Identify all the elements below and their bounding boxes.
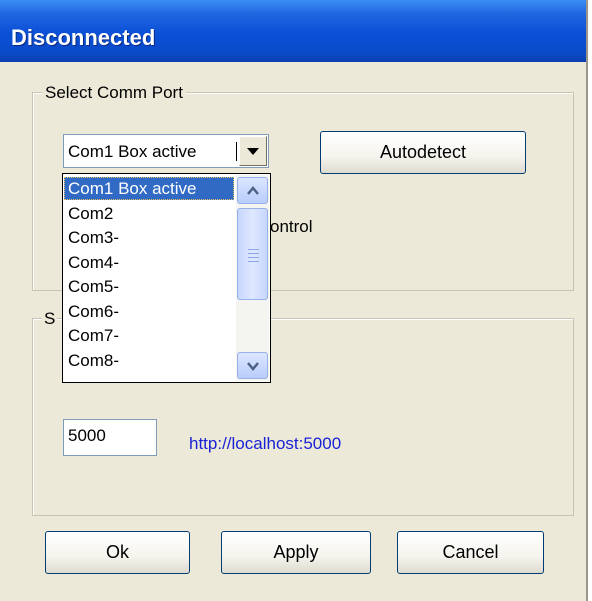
text-caret (236, 142, 237, 161)
server-url-link[interactable]: http://localhost:5000 (189, 434, 341, 454)
window-title: Disconnected (11, 25, 156, 50)
comm-port-select[interactable]: Com1 Box active (63, 134, 269, 168)
dropdown-option[interactable]: Com4- (64, 251, 234, 274)
comm-port-group-legend: Select Comm Port (42, 83, 186, 103)
server-group-legend: S (42, 309, 58, 329)
scroll-up-button[interactable] (237, 177, 268, 204)
combo-dropdown-button[interactable] (239, 136, 267, 166)
comm-port-selected-value: Com1 Box active (68, 142, 197, 161)
cancel-button[interactable]: Cancel (397, 531, 544, 574)
dialog-window: Disconnected Select Comm Port Com1 Box a… (0, 0, 588, 601)
scroll-thumb[interactable] (237, 208, 268, 300)
dropdown-scrollbar[interactable] (236, 175, 269, 381)
chevron-down-icon (247, 362, 259, 371)
partial-control-label: ontrol (270, 217, 313, 236)
dropdown-option[interactable]: Com1 Box active (64, 177, 234, 200)
grip-line (248, 249, 259, 250)
dropdown-option[interactable]: Com8- (64, 349, 234, 372)
autodetect-button[interactable]: Autodetect (320, 131, 526, 174)
grip-line (248, 261, 259, 262)
dropdown-option[interactable]: Com3- (64, 226, 234, 249)
dropdown-option[interactable]: Com6- (64, 300, 234, 323)
dropdown-option[interactable]: Com7- (64, 324, 234, 347)
scroll-down-button[interactable] (237, 352, 268, 379)
title-bar[interactable]: Disconnected (0, 0, 586, 62)
port-input-value: 5000 (68, 426, 106, 445)
ok-button[interactable]: Ok (45, 531, 190, 574)
comm-port-dropdown-list: Com1 Box active Com2 Com3- Com4- Com5- C… (62, 173, 271, 383)
apply-button[interactable]: Apply (221, 531, 371, 574)
dropdown-option[interactable]: Com5- (64, 275, 234, 298)
grip-line (248, 253, 259, 254)
chevron-down-icon (247, 148, 259, 155)
chevron-up-icon (247, 186, 259, 195)
grip-line (248, 257, 259, 258)
port-input[interactable]: 5000 (63, 419, 157, 456)
dropdown-option[interactable]: Com2 (64, 202, 234, 225)
